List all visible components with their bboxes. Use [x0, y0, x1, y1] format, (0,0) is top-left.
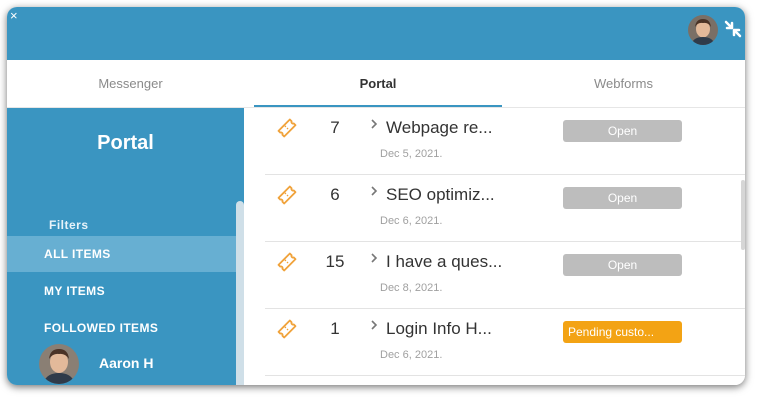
ticket-number: 1: [330, 319, 340, 338]
tab-bar: Messenger Portal Webforms: [7, 60, 745, 108]
header-avatar[interactable]: [688, 15, 718, 45]
tab-messenger[interactable]: Messenger: [7, 60, 254, 107]
ticket-number: 15: [325, 252, 345, 271]
user-avatar[interactable]: [39, 344, 79, 384]
ticket-date: Dec 8, 2021.: [380, 282, 443, 294]
status-badge: Pending custo...: [563, 321, 682, 343]
chevron-right-icon[interactable]: [369, 251, 379, 265]
ticket-row[interactable]: 7 Webpage re... Dec 5, 2021. Open: [265, 108, 745, 175]
tab-portal[interactable]: Portal: [254, 60, 502, 107]
user-name[interactable]: Aaron H: [99, 355, 153, 371]
ticket-title[interactable]: Webpage re...: [386, 118, 492, 138]
ticket-title[interactable]: Login Info H...: [386, 319, 492, 339]
status-badge: Open: [563, 254, 682, 276]
sidebar-item-my-items[interactable]: MY ITEMS: [7, 273, 236, 309]
sidebar-item-all-items[interactable]: ALL ITEMS: [7, 236, 236, 272]
ticket-number: 6: [330, 185, 340, 204]
ticket-icon: [277, 118, 297, 138]
close-icon[interactable]: ×: [10, 9, 18, 22]
ticket-date: Dec 6, 2021.: [380, 215, 443, 227]
ticket-icon: [277, 185, 297, 205]
ticket-date: Dec 5, 2021.: [380, 148, 443, 160]
ticket-number: 7: [330, 118, 340, 137]
ticket-icon: [277, 252, 297, 272]
ticket-row[interactable]: 1 Login Info H... Dec 6, 2021. Pending c…: [265, 309, 745, 376]
ticket-row[interactable]: 6 SEO optimiz... Dec 6, 2021. Open: [265, 175, 745, 242]
ticket-title[interactable]: SEO optimiz...: [386, 185, 495, 205]
filters-label: Filters: [49, 218, 89, 232]
chevron-right-icon[interactable]: [369, 318, 379, 332]
collapse-icon[interactable]: [723, 19, 743, 39]
ticket-list: 7 Webpage re... Dec 5, 2021. Open 6 SEO …: [244, 108, 745, 385]
ticket-title[interactable]: I have a ques...: [386, 252, 502, 272]
sidebar-scrollbar[interactable]: [236, 201, 244, 385]
sidebar-item-followed-items[interactable]: FOLLOWED ITEMS: [7, 310, 236, 346]
sidebar: Portal Filters ALL ITEMS MY ITEMS FOLLOW…: [7, 108, 244, 385]
chevron-right-icon[interactable]: [369, 184, 379, 198]
top-bar: ×: [7, 7, 745, 60]
ticket-icon: [277, 319, 297, 339]
sidebar-title: Portal: [97, 132, 154, 154]
status-badge: Open: [563, 120, 682, 142]
status-badge: Open: [563, 187, 682, 209]
list-scrollbar[interactable]: [741, 180, 745, 250]
tab-webforms[interactable]: Webforms: [502, 60, 745, 107]
ticket-date: Dec 6, 2021.: [380, 349, 443, 361]
chevron-right-icon[interactable]: [369, 117, 379, 131]
portal-window: × Messenger Portal Webforms Portal Filte…: [7, 7, 745, 385]
ticket-row[interactable]: 15 I have a ques... Dec 8, 2021. Open: [265, 242, 745, 309]
